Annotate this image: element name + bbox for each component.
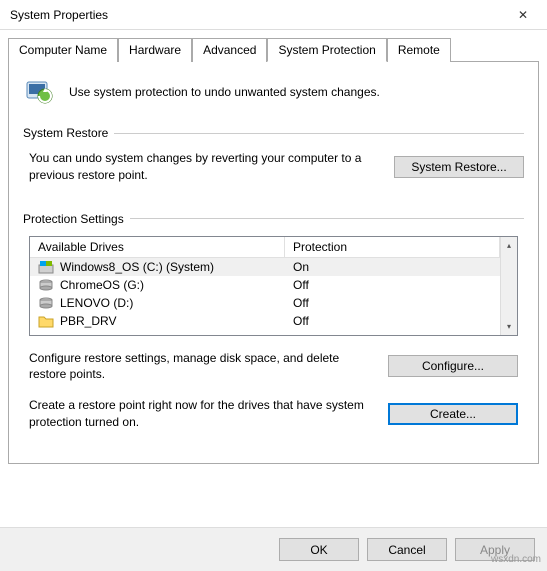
configure-description: Configure restore settings, manage disk … [29, 350, 372, 384]
system-restore-row: You can undo system changes by reverting… [29, 150, 524, 184]
drive-protection: On [285, 259, 500, 275]
system-restore-group: System Restore [23, 126, 524, 140]
drive-protection: Off [285, 295, 500, 311]
table-row[interactable]: PBR_DRV Off [30, 312, 500, 330]
protection-settings-group: Protection Settings [23, 212, 524, 226]
system-protection-icon [23, 76, 55, 108]
drive-protection: Off [285, 313, 500, 329]
drive-name: ChromeOS (G:) [60, 278, 144, 292]
titlebar: System Properties ✕ [0, 0, 547, 30]
divider [114, 133, 524, 134]
scroll-down-icon[interactable]: ▾ [501, 318, 517, 335]
system-properties-window: System Properties ✕ Computer Name Hardwa… [0, 0, 547, 571]
tab-panel-system-protection: Use system protection to undo unwanted s… [8, 62, 539, 464]
drive-name: Windows8_OS (C:) (System) [60, 260, 214, 274]
protection-settings-legend: Protection Settings [23, 212, 124, 226]
configure-button[interactable]: Configure... [388, 355, 518, 377]
tab-strip: Computer Name Hardware Advanced System P… [8, 38, 539, 62]
tab-system-protection[interactable]: System Protection [267, 38, 386, 62]
intro-row: Use system protection to undo unwanted s… [23, 76, 524, 108]
hdd-icon [38, 296, 54, 310]
folder-icon [38, 314, 54, 328]
drives-table-header: Available Drives Protection [30, 237, 500, 258]
apply-button[interactable]: Apply [455, 538, 535, 561]
ok-button[interactable]: OK [279, 538, 359, 561]
intro-text: Use system protection to undo unwanted s… [69, 85, 380, 99]
drives-scrollbar[interactable]: ▴ ▾ [500, 237, 517, 335]
create-button[interactable]: Create... [388, 403, 518, 425]
hdd-icon [38, 278, 54, 292]
drive-name: PBR_DRV [60, 314, 116, 328]
close-icon: ✕ [518, 8, 528, 22]
create-description: Create a restore point right now for the… [29, 397, 372, 431]
tab-computer-name[interactable]: Computer Name [8, 38, 118, 62]
cancel-button[interactable]: Cancel [367, 538, 447, 561]
dialog-footer: OK Cancel Apply [0, 527, 547, 571]
drives-table-body: Windows8_OS (C:) (System) On ChromeOS (G… [30, 258, 500, 330]
windows-drive-icon [38, 260, 54, 274]
drive-protection: Off [285, 277, 500, 293]
scroll-track[interactable] [501, 254, 517, 318]
system-restore-description: You can undo system changes by reverting… [29, 150, 378, 184]
close-button[interactable]: ✕ [503, 1, 543, 29]
tab-advanced[interactable]: Advanced [192, 38, 267, 62]
configure-row: Configure restore settings, manage disk … [29, 350, 518, 384]
tab-remote[interactable]: Remote [387, 38, 451, 62]
drive-name: LENOVO (D:) [60, 296, 133, 310]
window-title: System Properties [10, 8, 108, 22]
create-row: Create a restore point right now for the… [29, 397, 518, 431]
table-row[interactable]: LENOVO (D:) Off [30, 294, 500, 312]
scroll-up-icon[interactable]: ▴ [501, 237, 517, 254]
table-row[interactable]: ChromeOS (G:) Off [30, 276, 500, 294]
divider [130, 218, 524, 219]
column-header-protection[interactable]: Protection [285, 237, 500, 257]
system-restore-button[interactable]: System Restore... [394, 156, 524, 178]
tab-hardware[interactable]: Hardware [118, 38, 192, 62]
column-header-drives[interactable]: Available Drives [30, 237, 285, 257]
tabs-area: Computer Name Hardware Advanced System P… [0, 30, 547, 464]
system-restore-legend: System Restore [23, 126, 108, 140]
table-row[interactable]: Windows8_OS (C:) (System) On [30, 258, 500, 276]
drives-table[interactable]: Available Drives Protection Windows8_OS … [29, 236, 518, 336]
